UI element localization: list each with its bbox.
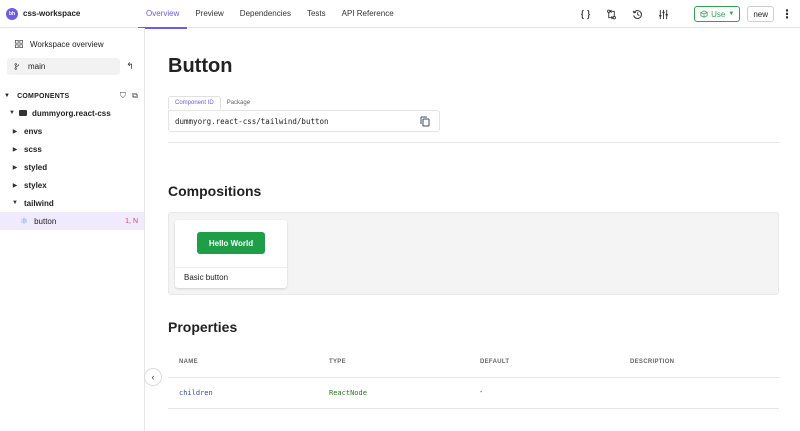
tab-api-reference[interactable]: API Reference (334, 0, 402, 28)
caret-right-icon: ▶ (12, 164, 18, 171)
undo-icon[interactable]: ↰ (120, 61, 140, 72)
workspace-avatar: bh (6, 7, 18, 20)
more-options-icon[interactable]: ⋮ (774, 0, 800, 28)
filter-icon[interactable]: ⛉ (120, 91, 126, 101)
component-name: button (34, 216, 57, 226)
properties-title: Properties (168, 319, 238, 335)
divider (168, 142, 779, 143)
caret-down-icon: ▼ (12, 200, 18, 206)
column-header-default: DEFAULT (480, 359, 510, 365)
package-icon (700, 10, 708, 18)
compositions-title: Compositions (168, 183, 262, 199)
prop-default: - (480, 389, 483, 396)
collapse-sidebar-button[interactable]: ‹ (144, 368, 162, 386)
prop-name: children (179, 389, 213, 397)
top-bar: bh css-workspace Overview Preview Depend… (0, 0, 800, 29)
card-divider (175, 267, 287, 268)
hello-world-button[interactable]: Hello World (197, 232, 265, 254)
tab-tests[interactable]: Tests (299, 0, 334, 28)
copy-icon[interactable] (420, 116, 430, 127)
use-button[interactable]: Use ▼ (694, 6, 741, 22)
namespace-label: envs (24, 126, 43, 136)
components-header-label: COMPONENTS (17, 92, 70, 100)
status-badge: 1, N (125, 217, 138, 225)
lane-selector[interactable]: main (7, 58, 120, 75)
id-tabs: Component ID Package (168, 96, 256, 109)
chevron-down-icon: ▼ (728, 11, 735, 17)
compositions-panel: Hello World Basic button (168, 212, 779, 295)
caret-right-icon: ▶ (12, 146, 18, 153)
compare-icon[interactable] (598, 0, 624, 28)
page-title: Button (168, 55, 233, 77)
lane-name: main (28, 62, 46, 71)
caret-right-icon: ▶ (12, 182, 18, 189)
component-item-button[interactable]: ⚛ button 1, N (0, 212, 144, 230)
namespace-item-tailwind[interactable]: ▼ tailwind (0, 194, 144, 212)
namespace-label: styled (24, 162, 48, 172)
tab-package[interactable]: Package (221, 96, 256, 109)
lane-icon (14, 63, 20, 70)
components-header-actions: ⛉ ⧉ (114, 91, 144, 101)
workspace-switcher[interactable]: bh css-workspace (0, 7, 138, 20)
table-row: children ReactNode - (168, 389, 779, 399)
caret-down-icon[interactable]: ▼ (4, 93, 10, 99)
workspace-overview-link[interactable]: Workspace overview (0, 36, 144, 52)
caret-down-icon: ▼ (9, 110, 15, 116)
toolbar-actions: Use ▼ new ⋮ (572, 0, 800, 28)
namespace-item-stylex[interactable]: ▶ stylex (0, 176, 144, 194)
table-divider (168, 377, 779, 378)
new-lane-button[interactable]: new (747, 6, 774, 22)
scope-icon (19, 110, 27, 116)
composition-card[interactable]: Hello World Basic button (175, 220, 287, 288)
scope-item[interactable]: ▼ dummyorg.react-css (0, 104, 144, 122)
component-id-box: dummyorg.react-css/tailwind/button (168, 110, 440, 132)
properties-table-header: NAME TYPE DEFAULT DESCRIPTION (168, 359, 779, 369)
namespace-label: scss (24, 144, 42, 154)
sidebar: Workspace overview main ↰ ▼ COMPONENTS ⛉… (0, 28, 145, 431)
tab-preview[interactable]: Preview (187, 0, 231, 28)
prop-type: ReactNode (329, 389, 367, 397)
components-header: ▼ COMPONENTS ⛉ ⧉ (0, 88, 144, 104)
scope-name: dummyorg.react-css (32, 108, 111, 118)
namespace-label: tailwind (24, 198, 54, 208)
react-icon: ⚛ (20, 215, 29, 226)
tab-component-id[interactable]: Component ID (168, 96, 221, 109)
grid-icon (15, 40, 23, 48)
table-divider (168, 408, 779, 409)
component-tabs: Overview Preview Dependencies Tests API … (138, 0, 402, 29)
namespace-item-scss[interactable]: ▶ scss (0, 140, 144, 158)
workspace-overview-label: Workspace overview (30, 39, 104, 49)
collapse-all-icon[interactable]: ⧉ (132, 91, 138, 101)
component-id-text: dummyorg.react-css/tailwind/button (175, 116, 329, 126)
code-icon[interactable] (572, 0, 598, 28)
tab-dependencies[interactable]: Dependencies (232, 0, 299, 28)
tab-overview[interactable]: Overview (138, 0, 188, 29)
column-header-name: NAME (179, 359, 198, 365)
column-header-type: TYPE (329, 359, 346, 365)
column-header-description: DESCRIPTION (630, 359, 675, 365)
namespace-label: stylex (24, 180, 47, 190)
chevron-left-icon: ‹ (151, 372, 155, 382)
composition-label: Basic button (184, 273, 229, 282)
lane-row: main ↰ (0, 58, 144, 75)
use-button-label: Use (711, 9, 726, 19)
sliders-icon[interactable] (650, 0, 676, 28)
caret-right-icon: ▶ (12, 128, 18, 135)
namespace-item-envs[interactable]: ▶ envs (0, 122, 144, 140)
history-icon[interactable] (624, 0, 650, 28)
namespace-item-styled[interactable]: ▶ styled (0, 158, 144, 176)
workspace-name: css-workspace (23, 9, 81, 18)
